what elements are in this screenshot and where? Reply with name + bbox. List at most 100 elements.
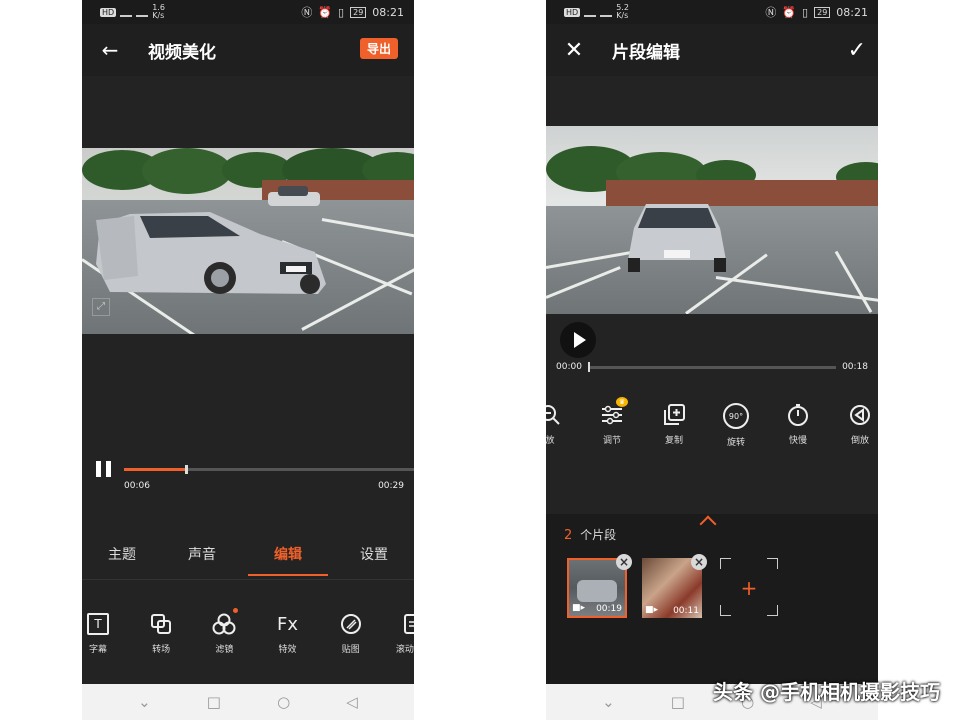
add-clip-button[interactable]: + [720, 558, 778, 616]
alarm-icon: ⏰ [318, 5, 333, 19]
tool-rotate[interactable]: 90° 旋转 [706, 403, 766, 448]
export-button[interactable]: 导出 [359, 38, 398, 59]
new-badge [233, 608, 239, 613]
tab-settings[interactable]: 设置 [334, 544, 414, 576]
scroll-subtitle-icon [402, 612, 414, 636]
tool-label: 滤镜 [215, 645, 234, 655]
nav-recent-icon[interactable]: □ [207, 693, 221, 711]
progress-handle[interactable] [184, 465, 188, 474]
progress-track[interactable] [588, 366, 836, 369]
tool-label: 倒放 [850, 436, 869, 446]
signal-icon [136, 7, 149, 17]
tool-label: 滚动字幕 [395, 645, 414, 655]
progress-handle[interactable] [588, 362, 590, 372]
tool-zoom[interactable]: 放 [546, 403, 580, 448]
remove-clip-icon[interactable]: × [616, 554, 632, 570]
copy-icon [662, 403, 686, 427]
nfc-icon: Ⓝ [301, 6, 313, 19]
tab-theme[interactable]: 主题 [82, 544, 162, 576]
tab-sound[interactable]: 声音 [162, 544, 242, 576]
back-arrow-icon[interactable]: ← [98, 38, 122, 62]
text-icon: T [86, 612, 110, 636]
play-button[interactable] [560, 322, 596, 358]
tool-transition[interactable]: 转场 [131, 612, 191, 655]
speed-icon [786, 403, 810, 427]
tool-filter[interactable]: 滤镜 [194, 608, 254, 655]
tool-effects[interactable]: Fx 特效 [258, 612, 318, 656]
status-time: 08:21 [836, 5, 868, 19]
right-phone-screen: HD 5.2 K/s Ⓝ ⏰ ▯ 29 08:21 ✕ 片段编辑 ✓ 00:00 00:1… [546, 0, 878, 720]
tool-subtitle[interactable]: T 字幕 [82, 612, 128, 655]
tool-scroll-subtitle[interactable]: ♛ 滚动字幕 [384, 612, 414, 655]
nav-back-icon[interactable]: ◁ [346, 693, 358, 711]
small-car [268, 186, 320, 206]
tool-label: 字幕 [88, 645, 107, 655]
app-bar: ← 视频美化 导出 [82, 24, 414, 76]
battery-level: 29 [350, 6, 367, 18]
page-title: 片段编辑 [612, 42, 680, 63]
tool-adjust[interactable]: ♛ 调节 [582, 397, 642, 448]
video-camera-icon: ■▸ [645, 605, 659, 615]
tool-copy[interactable]: 复制 [644, 403, 704, 448]
left-phone-screen: HD 1.6 K/s Ⓝ ⏰ ▯ 29 08:21 ← 视频美化 导出 ⤢ 00… [82, 0, 414, 720]
pause-icon[interactable] [96, 461, 112, 477]
nav-recent-icon[interactable]: □ [671, 693, 685, 711]
car-image [628, 204, 726, 272]
clip-edit-toolbar: 放 ♛ 调节 复制 90° 旋转 快慢 倒放 [546, 397, 878, 448]
video-preview[interactable] [546, 126, 878, 314]
status-time: 08:21 [372, 5, 404, 19]
tool-label: 复制 [664, 436, 683, 446]
clips-header: 2 个片段 [564, 526, 616, 543]
reverse-icon [848, 403, 872, 427]
transition-icon [149, 612, 173, 636]
confirm-check-icon[interactable]: ✓ [848, 38, 866, 63]
tool-speed[interactable]: 快慢 [768, 403, 828, 448]
signal-icon [584, 7, 597, 17]
clip-duration: 00:11 [673, 606, 699, 616]
network-label: HD [564, 7, 581, 17]
fx-icon: Fx [277, 613, 299, 635]
nav-home-icon[interactable]: ○ [277, 693, 290, 711]
rotate-icon: 90° [723, 403, 749, 429]
system-nav-bar: ⌄ □ ○ ◁ [82, 684, 414, 720]
crown-icon: ♛ [616, 397, 628, 407]
tool-label: 放 [546, 436, 555, 446]
play-icon [573, 332, 586, 348]
collapse-chevron-icon[interactable] [699, 515, 717, 533]
zoom-icon [546, 403, 562, 427]
tool-label: 贴图 [341, 645, 360, 655]
nfc-icon: Ⓝ [765, 6, 777, 19]
car-thumb [577, 580, 617, 602]
app-bar: ✕ 片段编辑 ✓ [546, 24, 878, 76]
edit-toolbar: T 字幕 转场 滤镜 Fx 特效 贴图 ♛ 滚动字幕 [82, 608, 414, 656]
remove-clip-icon[interactable]: × [691, 554, 707, 570]
progress-fill [124, 468, 185, 471]
total-time: 00:18 [842, 362, 868, 372]
clips-count: 2 [564, 528, 573, 543]
tab-edit[interactable]: 编辑 [248, 544, 328, 576]
rotate-glyph: 90° [728, 411, 744, 421]
close-icon[interactable]: ✕ [562, 38, 586, 63]
divider [82, 579, 414, 580]
tool-sticker[interactable]: 贴图 [321, 612, 381, 655]
net-speed: 5.2 K/s [616, 3, 629, 20]
tool-label: 特效 [278, 645, 297, 655]
status-bar: HD 1.6 K/s Ⓝ ⏰ ▯ 29 08:21 [82, 0, 414, 24]
tool-reverse[interactable]: 倒放 [830, 403, 878, 448]
sticker-icon [339, 612, 363, 636]
tool-label: 快慢 [788, 436, 807, 446]
clips-panel: 2 个片段 ■▸ 00:19 × ■▸ 00:11 × + [546, 514, 878, 684]
status-bar: HD 5.2 K/s Ⓝ ⏰ ▯ 29 08:21 [546, 0, 878, 24]
nav-down-icon[interactable]: ⌄ [138, 693, 151, 711]
watermark: 头条 @手机相机摄影技巧 [713, 680, 940, 704]
video-preview[interactable]: ⤢ [82, 148, 414, 334]
clips-label: 个片段 [580, 528, 617, 542]
nav-down-icon[interactable]: ⌄ [602, 693, 615, 711]
network-label: HD [100, 7, 117, 17]
vibrate-icon: ▯ [338, 5, 345, 19]
signal-icon [600, 7, 613, 17]
fullscreen-icon[interactable]: ⤢ [92, 298, 110, 316]
total-time: 00:29 [378, 481, 404, 491]
tool-label: 调节 [602, 436, 621, 446]
vibrate-icon: ▯ [802, 5, 809, 19]
